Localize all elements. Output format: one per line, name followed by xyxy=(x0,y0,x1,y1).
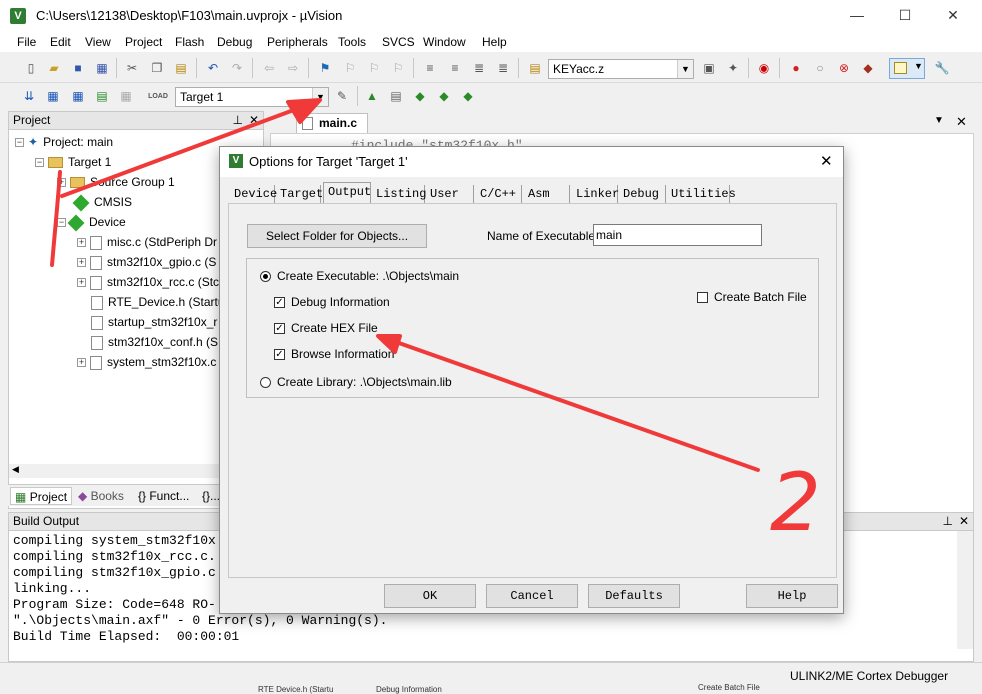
annotation-overlay: 2 xyxy=(50,98,821,549)
annotation-arrow-upper xyxy=(60,99,320,198)
annotation-arrowhead-lower xyxy=(376,334,402,354)
annotation-arrowhead-upper xyxy=(286,98,322,124)
annotation-line-vertical xyxy=(50,170,62,267)
annotation-arrow-lower xyxy=(380,335,760,472)
annotation-number: 2 xyxy=(770,456,821,549)
